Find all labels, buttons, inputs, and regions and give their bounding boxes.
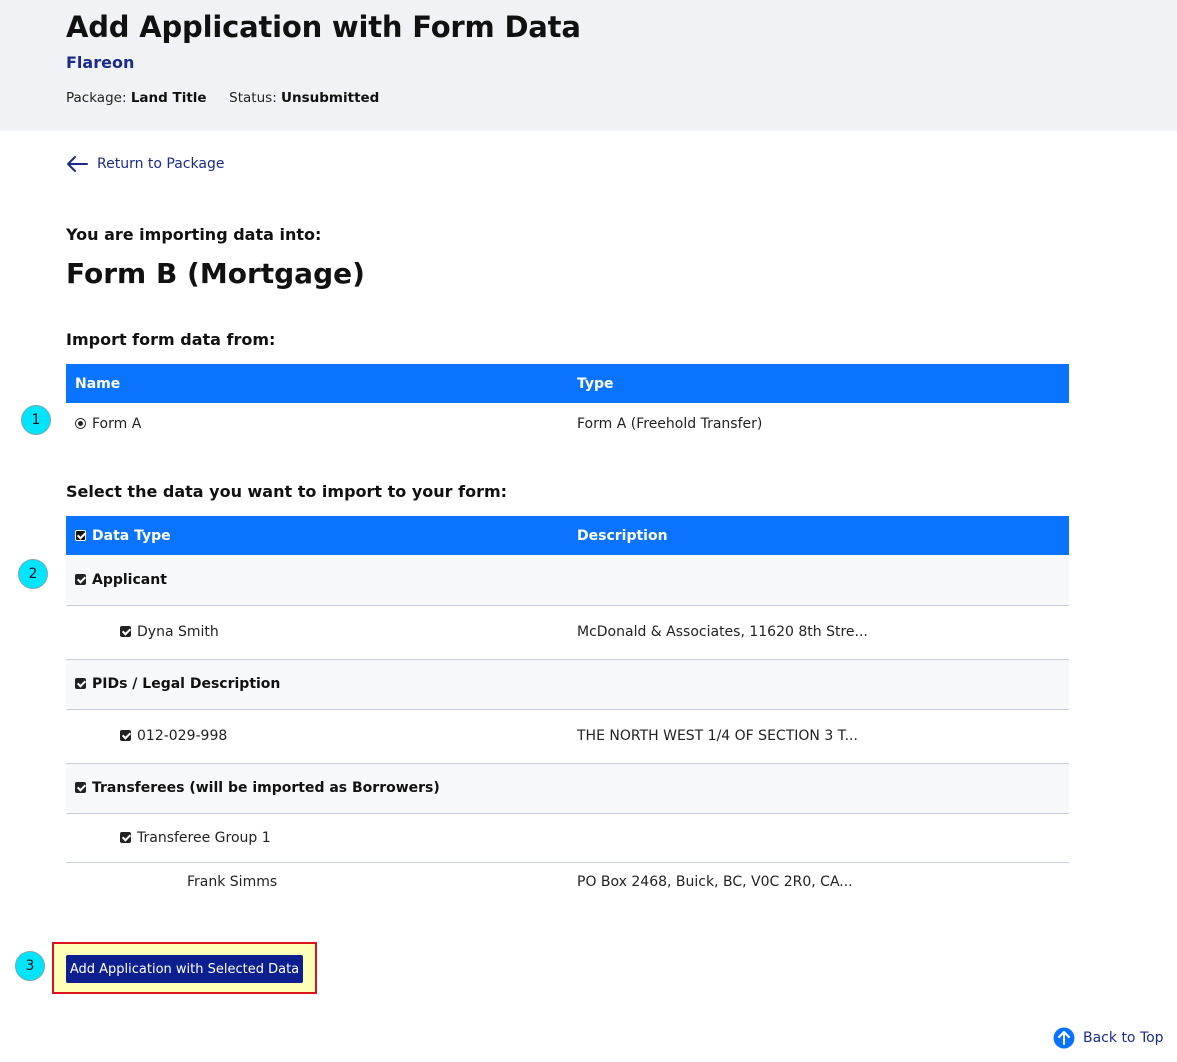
- table-row: Dyna Smith McDonald & Associates, 11620 …: [66, 605, 1069, 660]
- column-header-name: Name: [66, 364, 568, 403]
- group-title: Applicant: [92, 571, 167, 588]
- package-meta: Package: Land Title Status: Unsubmitted: [66, 90, 379, 106]
- select-data-label: Select the data you want to import to yo…: [66, 482, 508, 501]
- select-all-checkbox[interactable]: [75, 529, 86, 541]
- package-label: Package:: [66, 90, 127, 106]
- return-to-package-link[interactable]: Return to Package: [66, 152, 224, 176]
- transferees-checkbox[interactable]: [75, 782, 86, 793]
- applicant-checkbox[interactable]: [75, 573, 86, 585]
- item-description: THE NORTH WEST 1/4 OF SECTION 3 T...: [568, 709, 1069, 764]
- add-application-button[interactable]: Add Application with Selected Data: [66, 955, 303, 983]
- package-value: Land Title: [130, 90, 207, 106]
- group-title: Transferees (will be imported as Borrowe…: [92, 780, 440, 796]
- column-header-description: Description: [568, 516, 1069, 555]
- column-header-type: Type: [568, 364, 1069, 403]
- target-form-title: Form B (Mortgage): [66, 257, 365, 290]
- item-name: Dyna Smith: [137, 624, 219, 640]
- column-header-data-type: Data Type: [92, 527, 171, 544]
- back-to-top-label: Back to Top: [1083, 1030, 1164, 1046]
- transferee-group-checkbox[interactable]: [120, 831, 131, 843]
- importing-into-label: You are importing data into:: [66, 225, 322, 244]
- item-description: McDonald & Associates, 11620 8th Stre...: [568, 605, 1069, 660]
- page-header: Add Application with Form Data Flareon P…: [0, 0, 1177, 131]
- callout-badge-1: 1: [21, 405, 51, 435]
- status-value: Unsubmitted: [281, 90, 380, 106]
- dyna-smith-checkbox[interactable]: [120, 626, 131, 637]
- form-a-radio[interactable]: [75, 418, 86, 429]
- group-row-transferees: Transferees (will be imported as Borrowe…: [66, 763, 1069, 814]
- table-row: Frank Simms PO Box 2468, Buick, BC, V0C …: [66, 862, 1069, 902]
- source-form-name: Form A: [92, 416, 142, 432]
- group-title: PIDs / Legal Description: [92, 676, 281, 692]
- arrow-left-icon: [67, 156, 88, 172]
- group-row-applicant: Applicant: [66, 555, 1069, 606]
- table-row[interactable]: Form A Form A (Freehold Transfer): [66, 403, 1069, 445]
- callout-badge-3: 3: [15, 951, 45, 981]
- member-name: Frank Simms: [66, 862, 568, 902]
- pids-checkbox[interactable]: [75, 678, 86, 689]
- data-selection-table: Data Type Description Applicant Dyna Smi…: [66, 516, 1069, 902]
- group-row-pids: PIDs / Legal Description: [66, 659, 1069, 710]
- status-label: Status:: [229, 90, 277, 106]
- back-to-top-link[interactable]: Back to Top: [1053, 1027, 1164, 1049]
- source-form-type: Form A (Freehold Transfer): [577, 416, 763, 432]
- item-name: 012-029-998: [137, 728, 228, 744]
- member-description: PO Box 2468, Buick, BC, V0C 2R0, CA...: [568, 862, 1069, 902]
- import-from-label: Import form data from:: [66, 330, 276, 349]
- arrow-up-circle-icon: [1053, 1027, 1075, 1049]
- page-title: Add Application with Form Data: [66, 10, 581, 44]
- table-row: Transferee Group 1: [66, 813, 1069, 863]
- source-forms-table: Name Type Form A Form A (Freehold Transf…: [66, 364, 1069, 445]
- organization-name: Flareon: [66, 53, 135, 72]
- pid-checkbox[interactable]: [120, 730, 131, 741]
- table-row: 012-029-998 THE NORTH WEST 1/4 OF SECTIO…: [66, 709, 1069, 764]
- callout-badge-2: 2: [18, 559, 48, 589]
- return-to-package-label: Return to Package: [97, 156, 225, 172]
- item-name: Transferee Group 1: [137, 829, 271, 846]
